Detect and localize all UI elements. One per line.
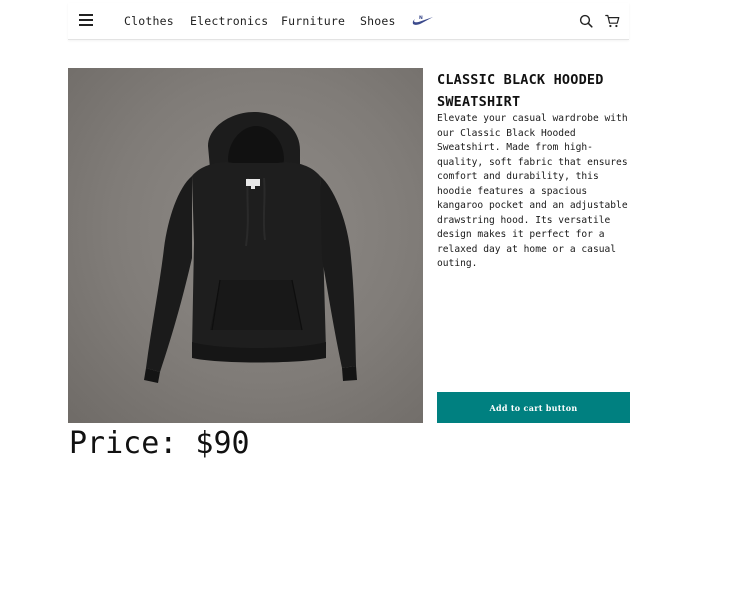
shopping-cart-icon[interactable] xyxy=(605,13,620,28)
nav-link-electronics[interactable]: Electronics xyxy=(190,14,268,28)
add-to-cart-button[interactable]: Add to cart button xyxy=(437,392,630,423)
hoodie-illustration xyxy=(144,111,357,383)
svg-text:N: N xyxy=(419,15,423,21)
nav-link-furniture[interactable]: Furniture xyxy=(281,14,345,28)
search-icon[interactable] xyxy=(579,13,593,28)
product-price: Price: $90 xyxy=(69,426,250,461)
top-navbar: Clothes Electronics Furniture Shoes N xyxy=(68,3,629,40)
nav-link-clothes[interactable]: Clothes xyxy=(124,14,174,28)
hamburger-menu-icon[interactable] xyxy=(78,13,94,27)
product-description: Elevate your casual wardrobe with our Cl… xyxy=(437,113,628,269)
product-image xyxy=(68,68,423,423)
nav-link-shoes[interactable]: Shoes xyxy=(360,14,396,28)
product-title: CLASSIC BLACK HOODED SWEATSHIRT xyxy=(437,72,604,110)
nike-logo-icon[interactable]: N xyxy=(412,12,434,26)
